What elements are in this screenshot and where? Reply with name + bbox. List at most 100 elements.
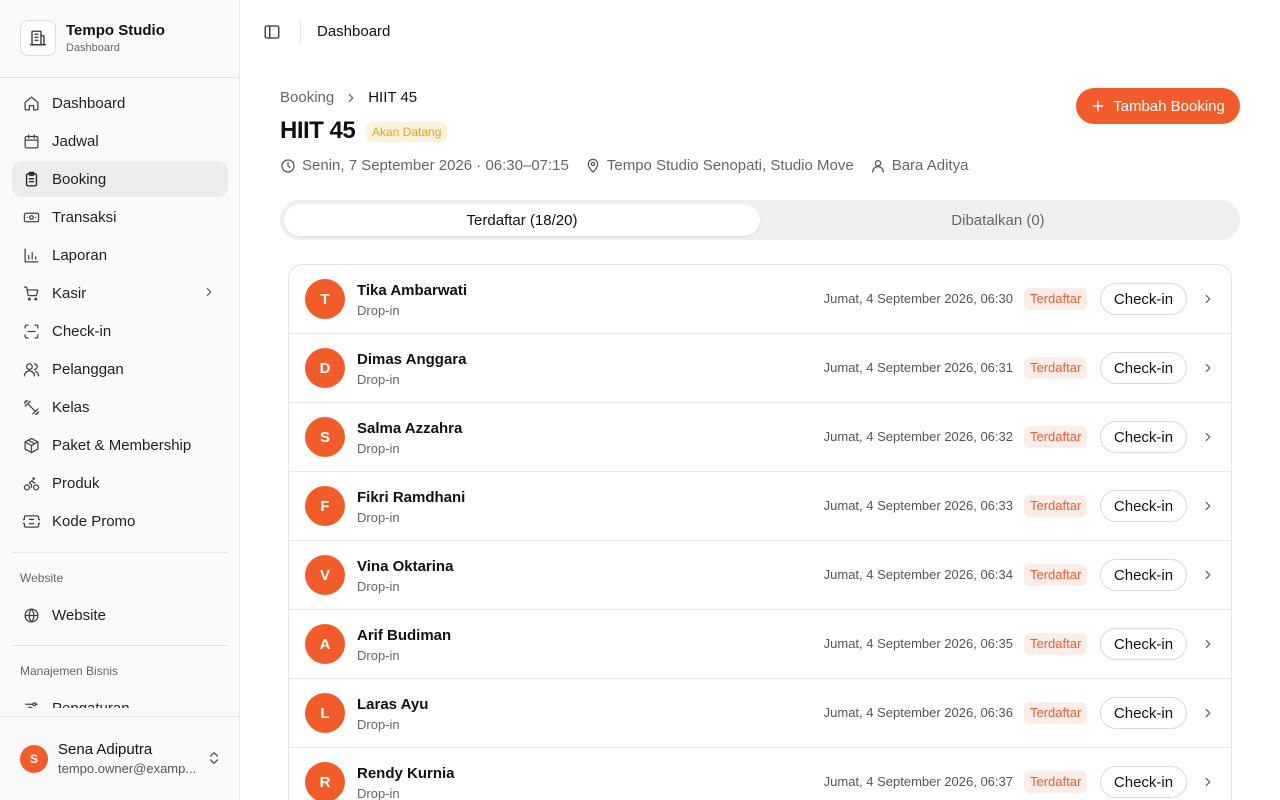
status-badge: Terdaftar — [1024, 288, 1088, 310]
booking-name: Fikri Ramdhani — [357, 489, 466, 506]
sidebar-item-laporan[interactable]: Laporan — [12, 237, 228, 273]
globe-icon — [22, 606, 40, 624]
status-badge: Terdaftar — [1024, 426, 1088, 448]
sidebar-item-kelas[interactable]: Kelas — [12, 389, 228, 425]
meta-location-text: Tempo Studio Senopati, Studio Move — [606, 157, 854, 174]
booking-list: T Tika Ambarwati Drop-in Jumat, 4 Septem… — [288, 264, 1232, 800]
check-in-button[interactable]: Check-in — [1100, 559, 1187, 591]
booking-row[interactable]: T Tika Ambarwati Drop-in Jumat, 4 Septem… — [289, 265, 1231, 334]
avatar: V — [305, 555, 345, 595]
booking-row[interactable]: L Laras Ayu Drop-in Jumat, 4 September 2… — [289, 679, 1231, 748]
avatar: R — [305, 762, 345, 800]
tab-registered[interactable]: Terdaftar (18/20) — [284, 204, 760, 236]
check-in-button[interactable]: Check-in — [1100, 421, 1187, 453]
sidebar-item-dashboard[interactable]: Dashboard — [12, 85, 228, 121]
status-badge: Terdaftar — [1024, 564, 1088, 586]
check-in-button[interactable]: Check-in — [1100, 490, 1187, 522]
breadcrumb-booking-link[interactable]: Booking — [280, 89, 334, 106]
booking-date: Jumat, 4 September 2026, 06:34 — [823, 567, 1013, 582]
booking-row[interactable]: D Dimas Anggara Drop-in Jumat, 4 Septemb… — [289, 334, 1231, 403]
banknote-icon — [22, 208, 40, 226]
brand-subtitle: Dashboard — [66, 41, 120, 54]
status-badge: Terdaftar — [1024, 633, 1088, 655]
sidebar-item-pelanggan[interactable]: Pelanggan — [12, 351, 228, 387]
sidebar-item-pengaturan[interactable]: Pengaturan — [12, 690, 228, 708]
sidebar-item-booking[interactable]: Booking — [12, 161, 228, 197]
sidebar-item-label: Pengaturan — [52, 699, 130, 709]
sidebar-item-label: Kasir — [52, 284, 87, 302]
sidebar-item-label: Dashboard — [52, 94, 126, 112]
booking-type: Drop-in — [357, 303, 400, 318]
meta-datetime: Senin, 7 September 2026 · 06:30–07:15 — [280, 157, 569, 174]
meta-datetime-text: Senin, 7 September 2026 · 06:30–07:15 — [302, 157, 569, 174]
sidebar-item-produk[interactable]: Produk — [12, 465, 228, 501]
booking-row[interactable]: A Arif Budiman Drop-in Jumat, 4 Septembe… — [289, 610, 1231, 679]
sidebar-item-website[interactable]: Website — [12, 597, 228, 633]
sidebar-item-label: Pelanggan — [52, 360, 124, 378]
group-label-manajemen-bisnis: Manajemen Bisnis — [20, 664, 119, 678]
topbar-title: Dashboard — [317, 23, 391, 40]
check-in-button[interactable]: Check-in — [1100, 697, 1187, 729]
sidebar-item-label: Produk — [52, 474, 100, 492]
chevron-right-icon[interactable] — [1201, 568, 1215, 582]
booking-type: Drop-in — [357, 579, 400, 594]
package-icon — [22, 436, 40, 454]
booking-row[interactable]: F Fikri Ramdhani Drop-in Jumat, 4 Septem… — [289, 472, 1231, 541]
sidebar-divider — [12, 552, 228, 553]
booking-type: Drop-in — [357, 441, 400, 456]
booking-row[interactable]: V Vina Oktarina Drop-in Jumat, 4 Septemb… — [289, 541, 1231, 610]
check-in-button[interactable]: Check-in — [1100, 628, 1187, 660]
page-title: HIIT 45 — [280, 117, 356, 144]
chevron-right-icon[interactable] — [1201, 430, 1215, 444]
home-icon — [22, 94, 40, 112]
booking-name: Dimas Anggara — [357, 351, 467, 368]
sidebar-item-paket-membership[interactable]: Paket & Membership — [12, 427, 228, 463]
check-in-button[interactable]: Check-in — [1100, 283, 1187, 315]
booking-row[interactable]: R Rendy Kurnia Drop-in Jumat, 4 Septembe… — [289, 748, 1231, 800]
tab-cancelled[interactable]: Dibatalkan (0) — [760, 204, 1236, 236]
booking-type: Drop-in — [357, 717, 400, 732]
status-badge: Akan Datang — [366, 122, 448, 142]
booking-name: Salma Azzahra — [357, 420, 463, 437]
sidebar-item-jadwal[interactable]: Jadwal — [12, 123, 228, 159]
sidebar-item-label: Check-in — [52, 322, 112, 340]
chevron-right-icon — [202, 285, 216, 303]
status-badge: Terdaftar — [1024, 495, 1088, 517]
user-email: tempo.owner@examp... — [58, 761, 197, 776]
avatar: T — [305, 279, 345, 319]
sidebar-item-kasir[interactable]: Kasir — [12, 275, 228, 311]
meta-location: Tempo Studio Senopati, Studio Move — [585, 157, 854, 174]
sidebar-item-check-in[interactable]: Check-in — [12, 313, 228, 349]
sidebar-toggle-icon[interactable] — [262, 22, 282, 42]
class-meta: Senin, 7 September 2026 · 06:30–07:15 Te… — [280, 157, 984, 174]
booking-tabs: Terdaftar (18/20) Dibatalkan (0) — [280, 200, 1240, 240]
booking-name: Tika Ambarwati — [357, 282, 468, 299]
check-in-button[interactable]: Check-in — [1100, 352, 1187, 384]
user-menu[interactable]: S Sena Adiputra tempo.owner@examp... — [0, 716, 239, 800]
sidebar-item-transaksi[interactable]: Transaksi — [12, 199, 228, 235]
sidebar-item-label: Laporan — [52, 246, 108, 264]
bar-chart-icon — [22, 246, 40, 264]
check-in-button[interactable]: Check-in — [1100, 766, 1187, 798]
add-booking-button[interactable]: Tambah Booking — [1076, 88, 1240, 124]
sidebar-item-label: Jadwal — [52, 132, 99, 150]
calendar-icon — [22, 132, 40, 150]
booking-date: Jumat, 4 September 2026, 06:36 — [823, 705, 1013, 720]
chevron-right-icon[interactable] — [1201, 499, 1215, 513]
chevron-right-icon[interactable] — [1201, 706, 1215, 720]
booking-type: Drop-in — [357, 786, 400, 800]
booking-type: Drop-in — [357, 648, 400, 663]
bike-icon — [22, 474, 40, 492]
booking-date: Jumat, 4 September 2026, 06:30 — [823, 291, 1013, 306]
brand[interactable]: Tempo Studio Dashboard — [20, 20, 165, 56]
chevron-right-icon[interactable] — [1201, 292, 1215, 306]
chevrons-up-down-icon[interactable] — [206, 750, 222, 771]
sidebar-item-kode-promo[interactable]: Kode Promo — [12, 503, 228, 539]
chevron-right-icon[interactable] — [1201, 775, 1215, 789]
sidebar-divider — [0, 77, 239, 78]
breadcrumb-current: HIIT 45 — [368, 89, 418, 106]
booking-row[interactable]: S Salma Azzahra Drop-in Jumat, 4 Septemb… — [289, 403, 1231, 472]
status-badge: Terdaftar — [1024, 702, 1088, 724]
chevron-right-icon[interactable] — [1201, 361, 1215, 375]
chevron-right-icon[interactable] — [1201, 637, 1215, 651]
